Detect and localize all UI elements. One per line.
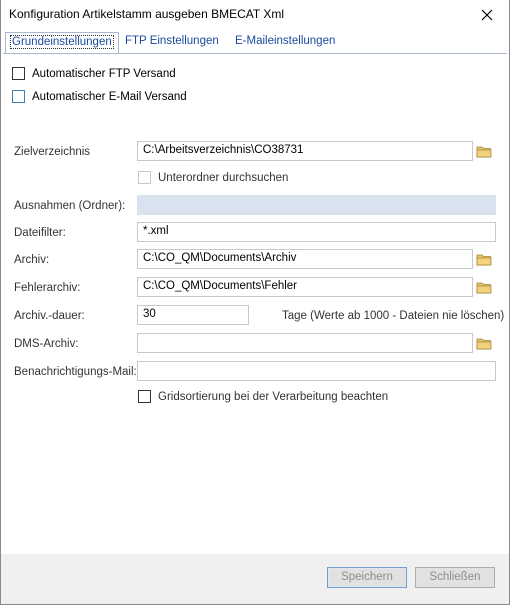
window-title: Konfiguration Artikelstamm ausgeben BMEC… [9, 7, 285, 21]
tab-bar: Grundeinstellungen FTP Einstellungen E-M… [3, 32, 507, 54]
close-window-button[interactable] [465, 0, 509, 30]
fehlerarchiv-field[interactable]: C:\CO_QM\Documents\Fehler [137, 277, 473, 297]
dms-archiv-browse-button[interactable] [473, 333, 495, 353]
tab-label: Grundeinstellungen [10, 35, 114, 49]
unterordner-label: Unterordner durchsuchen [158, 171, 289, 184]
archivdauer-hint: Tage (Werte ab 1000 - Dateien nie lösche… [282, 310, 505, 322]
save-button[interactable]: Speichern [327, 567, 407, 588]
archivdauer-label: Archiv.-dauer: [14, 310, 85, 322]
unterordner-checkbox-row[interactable]: Unterordner durchsuchen [138, 171, 288, 184]
tab-grundeinstellungen[interactable]: Grundeinstellungen [5, 32, 119, 54]
ausnahmen-label: Ausnahmen (Ordner): [14, 200, 126, 212]
ftp-versand-label: Automatischer FTP Versand [32, 67, 176, 80]
fehlerarchiv-browse-button[interactable] [473, 277, 495, 297]
dialog-footer: Speichern Schließen [1, 554, 509, 604]
archiv-browse-button[interactable] [473, 249, 495, 269]
tab-label: FTP Einstellungen [125, 35, 219, 47]
dateifilter-label: Dateifilter: [14, 227, 66, 239]
gridsortierung-checkbox[interactable] [138, 390, 151, 403]
folder-icon [476, 146, 492, 157]
tab-e-maileinstellungen[interactable]: E-Maileinstellungen [231, 32, 339, 53]
tab-label: E-Maileinstellungen [235, 35, 336, 47]
folder-icon [476, 254, 492, 265]
dialog-window: Konfiguration Artikelstamm ausgeben BMEC… [0, 0, 510, 605]
ftp-versand-checkbox[interactable] [12, 67, 25, 80]
zielverzeichnis-browse-button[interactable] [473, 141, 495, 161]
folder-icon [476, 282, 492, 293]
benachrichtigung-label: Benachrichtigungs-Mail: [14, 366, 137, 378]
zielverzeichnis-field[interactable]: C:\Arbeitsverzeichnis\CO38731 [137, 141, 473, 161]
archiv-label: Archiv: [14, 254, 50, 266]
email-versand-checkbox[interactable] [12, 90, 25, 103]
tab-content-grundeinstellungen: Automatischer FTP Versand Automatischer … [3, 53, 507, 553]
archiv-field[interactable]: C:\CO_QM\Documents\Archiv [137, 249, 473, 269]
unterordner-checkbox[interactable] [138, 171, 151, 184]
dms-archiv-label: DMS-Archiv: [14, 338, 79, 350]
gridsortierung-checkbox-row[interactable]: Gridsortierung bei der Verarbeitung beac… [138, 390, 388, 403]
folder-icon [476, 338, 492, 349]
dateifilter-field[interactable]: *.xml [137, 222, 496, 242]
archivdauer-field[interactable]: 30 [137, 305, 249, 325]
tab-ftp-einstellungen[interactable]: FTP Einstellungen [121, 32, 223, 53]
benachrichtigung-field[interactable] [137, 361, 496, 381]
title-bar: Konfiguration Artikelstamm ausgeben BMEC… [1, 0, 509, 30]
ausnahmen-field[interactable] [137, 195, 496, 215]
close-icon [481, 9, 493, 21]
fehlerarchiv-label: Fehlerarchiv: [14, 282, 81, 294]
email-versand-checkbox-row[interactable]: Automatischer E-Mail Versand [12, 90, 187, 103]
email-versand-label: Automatischer E-Mail Versand [32, 90, 187, 103]
ftp-versand-checkbox-row[interactable]: Automatischer FTP Versand [12, 67, 176, 80]
close-button[interactable]: Schließen [415, 567, 495, 588]
gridsortierung-label: Gridsortierung bei der Verarbeitung beac… [158, 390, 389, 403]
zielverzeichnis-label: Zielverzeichnis [14, 146, 91, 158]
dms-archiv-field[interactable] [137, 333, 473, 353]
